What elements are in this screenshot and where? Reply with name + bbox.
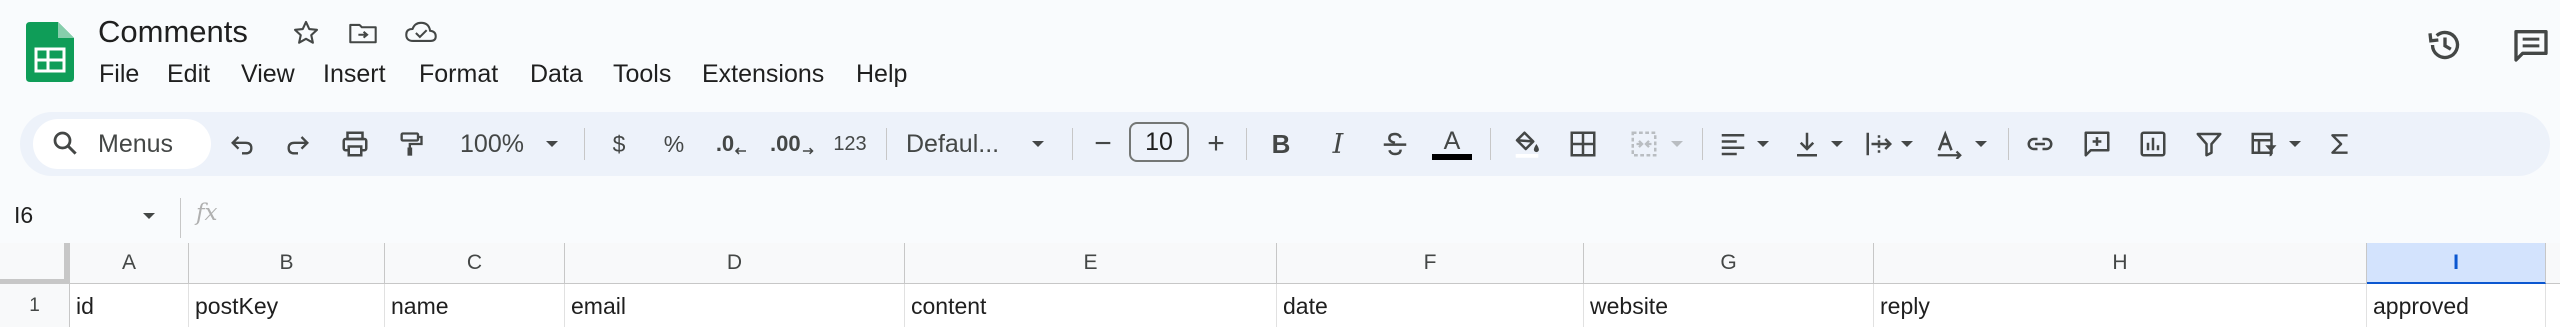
- zoom-select[interactable]: 100%: [452, 123, 532, 165]
- menu-format[interactable]: Format: [419, 58, 498, 90]
- menu-edit[interactable]: Edit: [167, 58, 210, 90]
- menu-extensions[interactable]: Extensions: [702, 58, 824, 90]
- star-icon[interactable]: [289, 16, 323, 50]
- column-header-e[interactable]: E: [905, 243, 1277, 284]
- column-header-i[interactable]: I: [2367, 243, 2546, 284]
- column-header-h[interactable]: H: [1874, 243, 2367, 284]
- column-header-next[interactable]: [2546, 243, 2560, 284]
- paint-format-icon[interactable]: [395, 123, 427, 165]
- menu-tools[interactable]: Tools: [613, 58, 671, 90]
- toolbar-divider: [584, 128, 585, 160]
- row-header-1[interactable]: 1: [0, 284, 70, 327]
- font-select[interactable]: Defaul...: [906, 123, 1026, 165]
- version-history-icon[interactable]: [2422, 22, 2468, 68]
- cell-a1[interactable]: id: [70, 284, 189, 327]
- toolbar-divider: [2008, 128, 2009, 160]
- cloud-saved-icon[interactable]: [404, 16, 438, 50]
- merge-dropdown-icon[interactable]: [1666, 123, 1688, 165]
- toolbar-divider: [1702, 128, 1703, 160]
- cell-b1[interactable]: postKey: [189, 284, 385, 327]
- insert-chart-icon[interactable]: [2136, 123, 2170, 165]
- cell-f1[interactable]: date: [1277, 284, 1584, 327]
- text-color-button[interactable]: A: [1430, 123, 1474, 165]
- font-dropdown-icon[interactable]: [1026, 123, 1050, 165]
- increase-decimal-button[interactable]: .00: [770, 123, 814, 165]
- filter-views-dropdown-icon[interactable]: [2284, 123, 2306, 165]
- cell-d1[interactable]: email: [565, 284, 905, 327]
- increase-font-size-button[interactable]: +: [1202, 123, 1230, 165]
- zoom-dropdown-icon[interactable]: [540, 123, 564, 165]
- toolbar-divider: [886, 128, 887, 160]
- select-all-corner[interactable]: [0, 243, 70, 284]
- insert-comment-icon[interactable]: [2080, 123, 2114, 165]
- more-formats-button[interactable]: 123: [830, 123, 870, 165]
- name-box-dropdown-icon[interactable]: [140, 210, 158, 222]
- font-size-input[interactable]: 10: [1129, 122, 1189, 162]
- search-menus-placeholder: Menus: [98, 130, 174, 158]
- text-wrap-icon[interactable]: [1862, 123, 1896, 165]
- cell-i1[interactable]: approved: [2367, 284, 2546, 327]
- column-header-f[interactable]: F: [1277, 243, 1584, 284]
- move-to-folder-icon[interactable]: [346, 16, 380, 50]
- formula-input[interactable]: [240, 198, 2540, 238]
- fill-color-icon[interactable]: [1510, 123, 1544, 165]
- column-header-d[interactable]: D: [565, 243, 905, 284]
- formula-divider: [180, 198, 181, 238]
- cell-c1[interactable]: name: [385, 284, 565, 327]
- horizontal-align-icon[interactable]: [1716, 123, 1750, 165]
- column-header-b[interactable]: B: [189, 243, 385, 284]
- menu-help[interactable]: Help: [856, 58, 907, 90]
- cell-h1[interactable]: reply: [1874, 284, 2367, 327]
- align-dropdown-icon[interactable]: [1752, 123, 1774, 165]
- text-rotation-icon[interactable]: [1932, 123, 1966, 165]
- filter-icon[interactable]: [2192, 123, 2226, 165]
- menu-data[interactable]: Data: [530, 58, 583, 90]
- cell-g1[interactable]: website: [1584, 284, 1874, 327]
- toolbar-divider: [1246, 128, 1247, 160]
- column-header-g[interactable]: G: [1584, 243, 1874, 284]
- percent-format-button[interactable]: %: [658, 123, 690, 165]
- italic-button[interactable]: I: [1323, 123, 1353, 165]
- column-header-c[interactable]: C: [385, 243, 565, 284]
- toolbar-divider: [1072, 128, 1073, 160]
- undo-icon[interactable]: [226, 123, 258, 165]
- vertical-align-icon[interactable]: [1790, 123, 1824, 165]
- decrease-decimal-button[interactable]: .0: [712, 123, 752, 165]
- sheets-logo-icon[interactable]: [26, 22, 74, 82]
- document-title[interactable]: Comments: [98, 12, 248, 52]
- comments-icon[interactable]: [2508, 22, 2554, 68]
- cell-e1[interactable]: content: [905, 284, 1277, 327]
- rotation-dropdown-icon[interactable]: [1970, 123, 1992, 165]
- wrap-dropdown-icon[interactable]: [1896, 123, 1918, 165]
- print-icon[interactable]: [337, 123, 373, 165]
- text-color-swatch: [1432, 154, 1472, 160]
- currency-format-button[interactable]: $: [604, 123, 634, 165]
- menu-file[interactable]: File: [99, 58, 139, 90]
- decrease-font-size-button[interactable]: −: [1090, 123, 1116, 165]
- strikethrough-icon[interactable]: [1378, 123, 1412, 165]
- redo-icon[interactable]: [282, 123, 314, 165]
- filter-views-icon[interactable]: [2246, 123, 2282, 165]
- menu-view[interactable]: View: [241, 58, 295, 90]
- borders-icon[interactable]: [1566, 123, 1600, 165]
- zoom-value: 100%: [460, 129, 524, 158]
- name-box[interactable]: I6: [14, 202, 33, 229]
- search-icon: [50, 128, 80, 158]
- bold-button[interactable]: B: [1266, 123, 1296, 165]
- fx-icon: fx: [196, 200, 218, 226]
- merge-cells-icon[interactable]: [1626, 123, 1662, 165]
- menu-insert[interactable]: Insert: [323, 58, 386, 90]
- insert-link-icon[interactable]: [2022, 123, 2058, 165]
- valign-dropdown-icon[interactable]: [1826, 123, 1848, 165]
- column-header-a[interactable]: A: [70, 243, 189, 284]
- toolbar-divider: [1490, 128, 1491, 160]
- functions-icon[interactable]: [2324, 123, 2356, 165]
